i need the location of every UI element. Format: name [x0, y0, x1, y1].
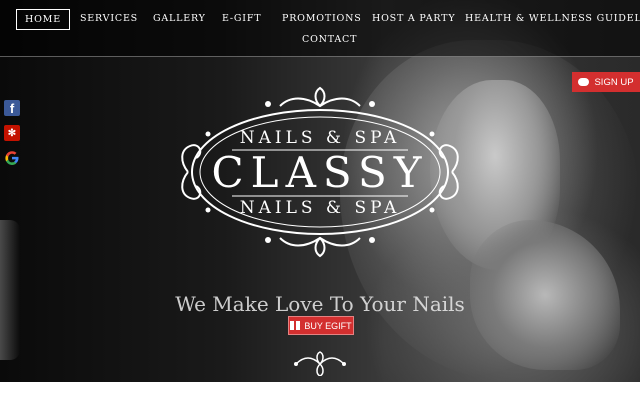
nav-contact[interactable]: CONTACT	[302, 34, 357, 45]
hero-tagline: We Make Love To Your Nails	[175, 292, 465, 316]
nav-promotions[interactable]: PROMOTIONS	[282, 13, 362, 24]
sign-up-button[interactable]: SIGN UP	[572, 72, 640, 92]
bottom-ornament	[294, 351, 346, 376]
nav-host-a-party[interactable]: HOST A PARTY	[372, 13, 455, 24]
gift-icon	[290, 321, 301, 330]
sign-up-label: SIGN UP	[594, 76, 634, 88]
yelp-icon[interactable]: ✻	[4, 125, 20, 141]
nav-health-wellness[interactable]: HEALTH & WELLNESS GUIDELINES	[465, 13, 640, 24]
nav-services[interactable]: SERVICES	[80, 13, 138, 24]
top-navigation: HOME SERVICES GALLERY E-GIFT PROMOTIONS …	[0, 0, 640, 57]
nav-egift[interactable]: E-GIFT	[222, 13, 261, 24]
nav-gallery[interactable]: GALLERY	[153, 13, 206, 24]
nav-home[interactable]: HOME	[16, 9, 70, 30]
chat-bubble-icon	[578, 78, 590, 86]
logo-subtitle-bottom: NAILS & SPA	[239, 198, 401, 218]
buy-egift-label: BUY EGIFT	[304, 320, 352, 331]
logo-title: CLASSY	[211, 148, 429, 197]
buy-egift-button[interactable]: BUY EGIFT	[288, 316, 354, 335]
hero-photo-blur	[0, 220, 20, 360]
google-icon[interactable]	[4, 150, 20, 166]
logo-subtitle-top: NAILS & SPA	[239, 128, 401, 148]
facebook-icon[interactable]: f	[4, 100, 20, 116]
